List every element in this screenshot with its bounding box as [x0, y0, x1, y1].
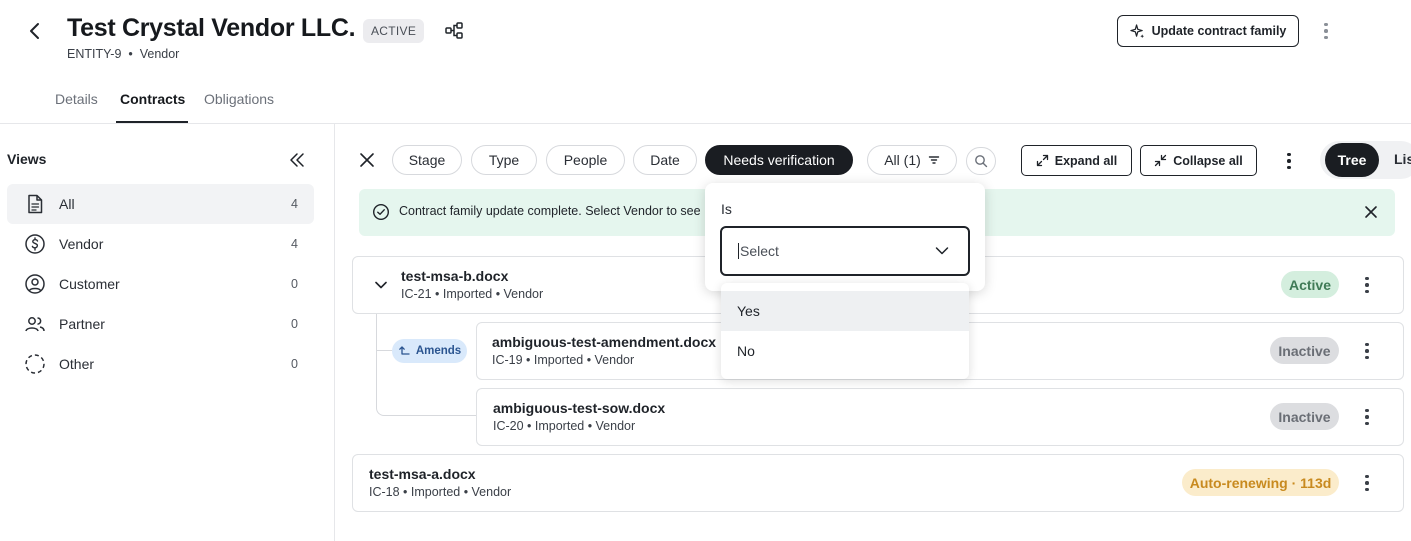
entity-type: Vendor — [139, 47, 180, 61]
expand-icon — [1036, 154, 1048, 167]
contract-name[interactable]: test-msa-a.docx — [369, 466, 476, 482]
contract-meta: IC-20 • Imported • Vendor — [493, 419, 636, 433]
entity-id: ENTITY-9 — [67, 47, 122, 61]
filter-all-label: All (1) — [884, 152, 921, 168]
row-more-options-icon[interactable] — [1359, 407, 1375, 427]
row-more-options-icon[interactable] — [1359, 341, 1375, 361]
verification-select[interactable]: Select — [720, 226, 970, 276]
filter-chip-people[interactable]: People — [546, 145, 625, 175]
expand-all-button[interactable]: Expand all — [1021, 145, 1132, 176]
chevron-down-icon — [935, 247, 949, 255]
tree-connector — [376, 313, 476, 416]
sidebar-item-label: Customer — [59, 276, 120, 292]
contract-name[interactable]: ambiguous-test-sow.docx — [493, 400, 665, 416]
sidebar-item-count: 0 — [291, 277, 298, 291]
contract-meta: IC-21 • Imported • Vendor — [401, 287, 544, 301]
select-options-list: Yes No — [721, 283, 969, 379]
expand-all-label: Expand all — [1054, 153, 1118, 168]
page-title: Test Crystal Vendor LLC. — [67, 14, 356, 42]
document-icon — [28, 194, 43, 214]
sidebar-item-count: 4 — [291, 197, 298, 211]
option-no[interactable]: No — [721, 331, 969, 371]
sidebar-item-count: 0 — [291, 317, 298, 331]
sparkle-icon — [1129, 23, 1144, 38]
collapse-icon — [1155, 154, 1167, 167]
contract-meta: IC-18 • Imported • Vendor — [369, 485, 512, 499]
user-circle-icon — [25, 274, 45, 294]
sidebar-item-label: Other — [59, 356, 95, 372]
corner-up-left-icon — [398, 345, 410, 355]
status-badge: Inactive — [1270, 337, 1339, 364]
status-badge: ACTIVE — [363, 19, 425, 43]
sidebar-item-partner[interactable]: Partner 0 — [7, 304, 314, 344]
users-icon — [25, 317, 45, 332]
contract-meta: IC-19 • Imported • Vendor — [492, 353, 635, 367]
tab-obligations[interactable]: Obligations — [204, 91, 274, 107]
collapse-all-button[interactable]: Collapse all — [1140, 145, 1257, 176]
sidebar-item-label: All — [59, 196, 75, 212]
row-more-options-icon[interactable] — [1359, 275, 1375, 295]
hierarchy-icon[interactable] — [444, 21, 464, 41]
sidebar-item-other[interactable]: Other 0 — [7, 344, 314, 384]
back-button[interactable] — [24, 20, 46, 42]
search-button[interactable] — [966, 147, 996, 175]
collapse-all-label: Collapse all — [1173, 153, 1243, 168]
amends-badge: Amends — [392, 339, 467, 363]
more-options-icon[interactable] — [1316, 20, 1336, 42]
dashed-circle-icon — [25, 354, 45, 374]
sidebar-item-customer[interactable]: Customer 0 — [7, 264, 314, 304]
banner-message: Contract family update complete. Select … — [399, 204, 701, 218]
status-badge: Active — [1281, 271, 1339, 298]
sidebar-item-label: Vendor — [59, 236, 104, 252]
tree-view-button[interactable]: Tree — [1325, 143, 1379, 177]
separator: • — [128, 47, 133, 61]
sidebar-divider — [334, 124, 335, 541]
dollar-circle-icon — [25, 234, 45, 254]
filter-chip-needs-verification[interactable]: Needs verification — [705, 145, 853, 175]
select-placeholder: Select — [738, 243, 934, 259]
contract-row[interactable] — [476, 388, 1404, 446]
amends-label: Amends — [415, 345, 462, 357]
collapse-sidebar-icon[interactable] — [288, 151, 306, 169]
header-divider — [0, 123, 1411, 124]
contract-name[interactable]: test-msa-b.docx — [401, 268, 508, 284]
clear-filters-icon[interactable] — [357, 150, 377, 170]
sidebar-item-vendor[interactable]: Vendor 4 — [7, 224, 314, 264]
tree-connector-branch — [377, 350, 393, 351]
contract-name[interactable]: ambiguous-test-amendment.docx — [492, 334, 716, 350]
condition-label: Is — [721, 201, 732, 217]
filter-all-chip[interactable]: All (1) — [867, 145, 957, 175]
option-yes[interactable]: Yes — [721, 291, 969, 331]
row-more-options-icon[interactable] — [1359, 473, 1375, 493]
filter-chip-type[interactable]: Type — [471, 145, 537, 175]
tab-details[interactable]: Details — [55, 91, 98, 107]
chevron-down-icon[interactable] — [373, 277, 389, 293]
update-contract-family-label: Update contract family — [1151, 24, 1287, 38]
filter-chip-date[interactable]: Date — [633, 145, 697, 175]
sidebar-item-count: 0 — [291, 357, 298, 371]
status-badge: Auto-renewing · 113d — [1182, 469, 1339, 496]
close-icon[interactable] — [1363, 204, 1379, 220]
more-options-icon[interactable] — [1279, 150, 1299, 172]
search-icon — [975, 155, 988, 168]
chevron-left-icon — [30, 23, 39, 39]
sidebar-item-label: Partner — [59, 316, 105, 332]
list-view-button[interactable]: Lis — [1394, 151, 1411, 167]
check-circle-icon — [372, 203, 390, 221]
filter-chip-stage[interactable]: Stage — [392, 145, 462, 175]
update-contract-family-button[interactable]: Update contract family — [1117, 15, 1299, 47]
sidebar-item-all[interactable]: All 4 — [7, 184, 314, 224]
views-title: Views — [7, 151, 47, 167]
entity-subtitle: ENTITY-9 • Vendor — [67, 47, 179, 61]
filter-icon — [928, 156, 939, 164]
tab-contracts[interactable]: Contracts — [120, 91, 185, 107]
status-badge: Inactive — [1270, 403, 1339, 430]
sidebar-item-count: 4 — [291, 237, 298, 251]
